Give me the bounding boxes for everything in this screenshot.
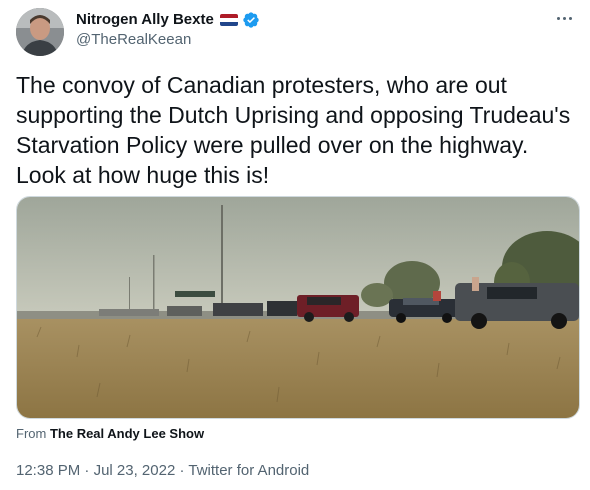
client-link[interactable]: Twitter for Android (188, 462, 309, 479)
convoy-highway-photo (17, 197, 579, 418)
timestamp-date[interactable]: Jul 23, 2022 (94, 462, 176, 479)
more-options-icon[interactable] (552, 8, 576, 28)
timestamp-time[interactable]: 12:38 PM (16, 462, 80, 479)
author-name[interactable]: Nitrogen Ally Bexte (76, 10, 214, 30)
tweet-media[interactable] (16, 196, 580, 419)
netherlands-flag-icon (219, 14, 238, 26)
source-link[interactable]: The Real Andy Lee Show (50, 426, 204, 441)
meta-separator: · (84, 462, 90, 479)
source-prefix: From (16, 426, 47, 441)
tweet-metadata: 12:38 PM · Jul 23, 2022 · Twitter for An… (16, 461, 309, 481)
meta-separator: · (179, 462, 185, 479)
verified-badge-icon (243, 12, 259, 28)
tweet-text: The convoy of Canadian protesters, who a… (16, 72, 571, 188)
author-handle[interactable]: @TheRealKeean (76, 30, 260, 50)
profile-photo (16, 8, 64, 56)
media-source: From The Real Andy Lee Show (16, 426, 204, 442)
avatar[interactable] (16, 8, 64, 56)
author-header: Nitrogen Ally Bexte @TheRealKeean (76, 10, 260, 50)
